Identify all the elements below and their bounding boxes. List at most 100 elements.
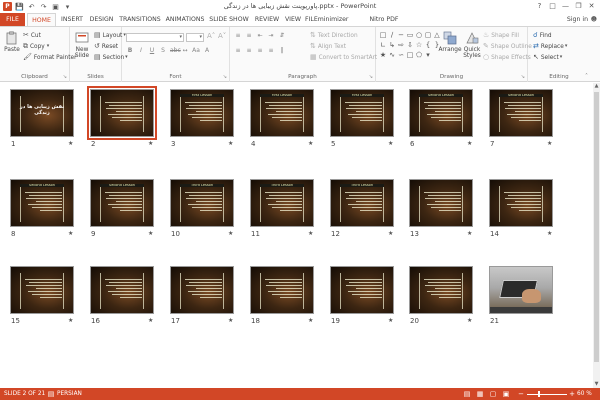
slide-thumbnail[interactable] (409, 179, 473, 227)
reading-view-icon[interactable]: ▢ (489, 390, 497, 398)
slide-thumbnail[interactable]: Second Lesson (409, 89, 473, 137)
rounded-rect-shape-icon[interactable]: ▢ (424, 31, 432, 40)
slide-transition-star-icon[interactable]: ★ (68, 140, 73, 147)
convert-smartart-button[interactable]: ▦ Convert to SmartArt (310, 54, 377, 61)
slide-transition-star-icon[interactable]: ★ (148, 140, 153, 147)
slide-thumbnail[interactable]: نقش زیبایی ها در زندگی (10, 89, 74, 137)
tab-view[interactable]: VIEW (283, 13, 303, 26)
font-size-combo[interactable]: ▾ (186, 33, 204, 42)
tab-transitions[interactable]: TRANSITIONS (118, 13, 162, 26)
shape-outline-button[interactable]: ✎ Shape Outline (483, 43, 532, 50)
increase-indent-icon[interactable]: ⇥ (267, 32, 275, 39)
new-slide-button[interactable]: New Slide (72, 31, 92, 59)
slide-transition-star-icon[interactable]: ★ (148, 230, 153, 237)
slide-transition-star-icon[interactable]: ★ (547, 230, 552, 237)
zoom-out-icon[interactable]: − (517, 390, 525, 398)
tab-animations[interactable]: ANIMATIONS (164, 13, 206, 26)
slide-transition-star-icon[interactable]: ★ (467, 140, 472, 147)
scroll-up-icon[interactable]: ▲ (593, 83, 600, 90)
tab-nitro-pdf[interactable]: Nitro PDF Professional (350, 13, 418, 36)
justify-icon[interactable]: ≡ (267, 47, 275, 54)
quick-styles-button[interactable]: Quick Styles (462, 31, 482, 59)
shrink-font-button[interactable]: A˅ (218, 33, 228, 40)
callout-shape-icon[interactable]: □ (406, 51, 414, 60)
zoom-level[interactable]: 60 % (577, 388, 592, 400)
slide-transition-star-icon[interactable]: ★ (228, 230, 233, 237)
star-shape-icon[interactable]: ☆ (415, 41, 423, 50)
shapes-gallery[interactable]: □ ∕ − ▭ ○ ▢ △ ∟ ↳ ⇨ ⇩ ☆ { } ★ ∿ ∽ □ ⬠ ▾ (379, 31, 440, 61)
line-shape-icon[interactable]: − (397, 31, 405, 40)
slide-transition-star-icon[interactable]: ★ (308, 140, 313, 147)
normal-view-icon[interactable]: ▤ (463, 390, 471, 398)
user-icon[interactable]: ☻ (591, 16, 597, 23)
freeform-shape-icon[interactable]: ∽ (397, 51, 405, 60)
slide-transition-star-icon[interactable]: ★ (308, 230, 313, 237)
connector-shape-icon[interactable]: ∟ (379, 41, 387, 50)
slide-transition-star-icon[interactable]: ★ (68, 230, 73, 237)
slide-transition-star-icon[interactable]: ★ (228, 317, 233, 324)
align-text-button[interactable]: ⇅ Align Text (310, 43, 346, 50)
dialog-launcher-icon[interactable]: ↘ (369, 74, 373, 80)
star-shape-icon[interactable]: ★ (379, 51, 387, 60)
slide-thumbnail[interactable] (90, 266, 154, 314)
arrow-right-shape-icon[interactable]: ⇨ (397, 41, 405, 50)
slide-thumbnail[interactable] (489, 179, 553, 227)
rectangle-shape-icon[interactable]: ▭ (406, 31, 414, 40)
slide-transition-star-icon[interactable]: ★ (388, 317, 393, 324)
slideshow-view-icon[interactable]: ▣ (502, 390, 510, 398)
bold-icon[interactable]: B (126, 47, 134, 54)
more-shapes-icon[interactable]: ▾ (424, 51, 432, 60)
slide-transition-star-icon[interactable]: ★ (547, 140, 552, 147)
close-icon[interactable]: ✕ (585, 1, 598, 11)
tab-insert[interactable]: INSERT (58, 13, 86, 26)
language-indicator[interactable]: PERSIAN (57, 388, 82, 400)
copy-button[interactable]: ⧉ Copy ▾ (23, 43, 51, 50)
brace-shape-icon[interactable]: { (424, 41, 432, 50)
underline-icon[interactable]: U (148, 47, 156, 54)
pentagon-shape-icon[interactable]: ⬠ (415, 51, 423, 60)
slide-thumbnail[interactable]: Third Lesson (250, 179, 314, 227)
slide-thumbnail[interactable] (489, 266, 553, 314)
columns-icon[interactable]: ‖ (278, 47, 286, 54)
ribbon-display-icon[interactable]: □ (546, 1, 559, 11)
select-button[interactable]: ↖ Select ▾ (533, 54, 564, 61)
minimize-icon[interactable]: — (559, 1, 572, 11)
slide-thumbnail[interactable]: First Lesson (170, 89, 234, 137)
scroll-down-icon[interactable]: ▼ (593, 381, 600, 388)
slide-thumbnail[interactable]: Second Lesson (489, 89, 553, 137)
slide-thumbnail[interactable]: Third Lesson (330, 179, 394, 227)
tab-design[interactable]: DESIGN (87, 13, 116, 26)
shape-effects-button[interactable]: ○ Shape Effects (483, 54, 531, 61)
slide-transition-star-icon[interactable]: ★ (68, 317, 73, 324)
grow-font-button[interactable]: A˄ (207, 33, 217, 40)
vertical-scrollbar[interactable]: ▲ ▼ (593, 83, 600, 388)
strikethrough-icon[interactable]: abc (170, 47, 181, 54)
shape-fill-button[interactable]: ♨ Shape Fill (483, 32, 519, 39)
zoom-in-icon[interactable]: + (568, 390, 576, 398)
slide-transition-star-icon[interactable]: ★ (308, 317, 313, 324)
tab-slide-show[interactable]: SLIDE SHOW (208, 13, 250, 26)
textbox-shape-icon[interactable]: □ (379, 31, 387, 40)
font-name-combo[interactable]: ▾ (126, 33, 184, 42)
slide-thumbnail[interactable] (10, 266, 74, 314)
tab-review[interactable]: REVIEW (252, 13, 282, 26)
dialog-launcher-icon[interactable]: ↘ (223, 74, 227, 80)
slide-transition-star-icon[interactable]: ★ (467, 230, 472, 237)
arrow-down-shape-icon[interactable]: ⇩ (406, 41, 414, 50)
sign-in-link[interactable]: Sign in (567, 16, 588, 23)
slide-thumbnail[interactable] (409, 266, 473, 314)
line-shape-icon[interactable]: ∕ (388, 31, 396, 40)
tab-home[interactable]: HOME (27, 13, 56, 26)
slide-transition-star-icon[interactable]: ★ (388, 230, 393, 237)
arrange-button[interactable]: Arrange (438, 31, 462, 53)
slide-thumbnail[interactable] (170, 266, 234, 314)
slide-transition-star-icon[interactable]: ★ (467, 317, 472, 324)
character-spacing-icon[interactable]: ↔ (181, 47, 189, 54)
collapse-ribbon-icon[interactable]: ˄ (585, 73, 588, 80)
slide-sorter-view-icon[interactable]: ▦ (476, 390, 484, 398)
cut-button[interactable]: ✂ Cut (23, 32, 41, 39)
font-color-icon[interactable]: A (203, 47, 211, 54)
slide-thumbnail[interactable]: Second Lesson (90, 179, 154, 227)
slide-thumbnail[interactable]: Third Lesson (170, 179, 234, 227)
tab-file[interactable]: FILE (0, 13, 25, 26)
